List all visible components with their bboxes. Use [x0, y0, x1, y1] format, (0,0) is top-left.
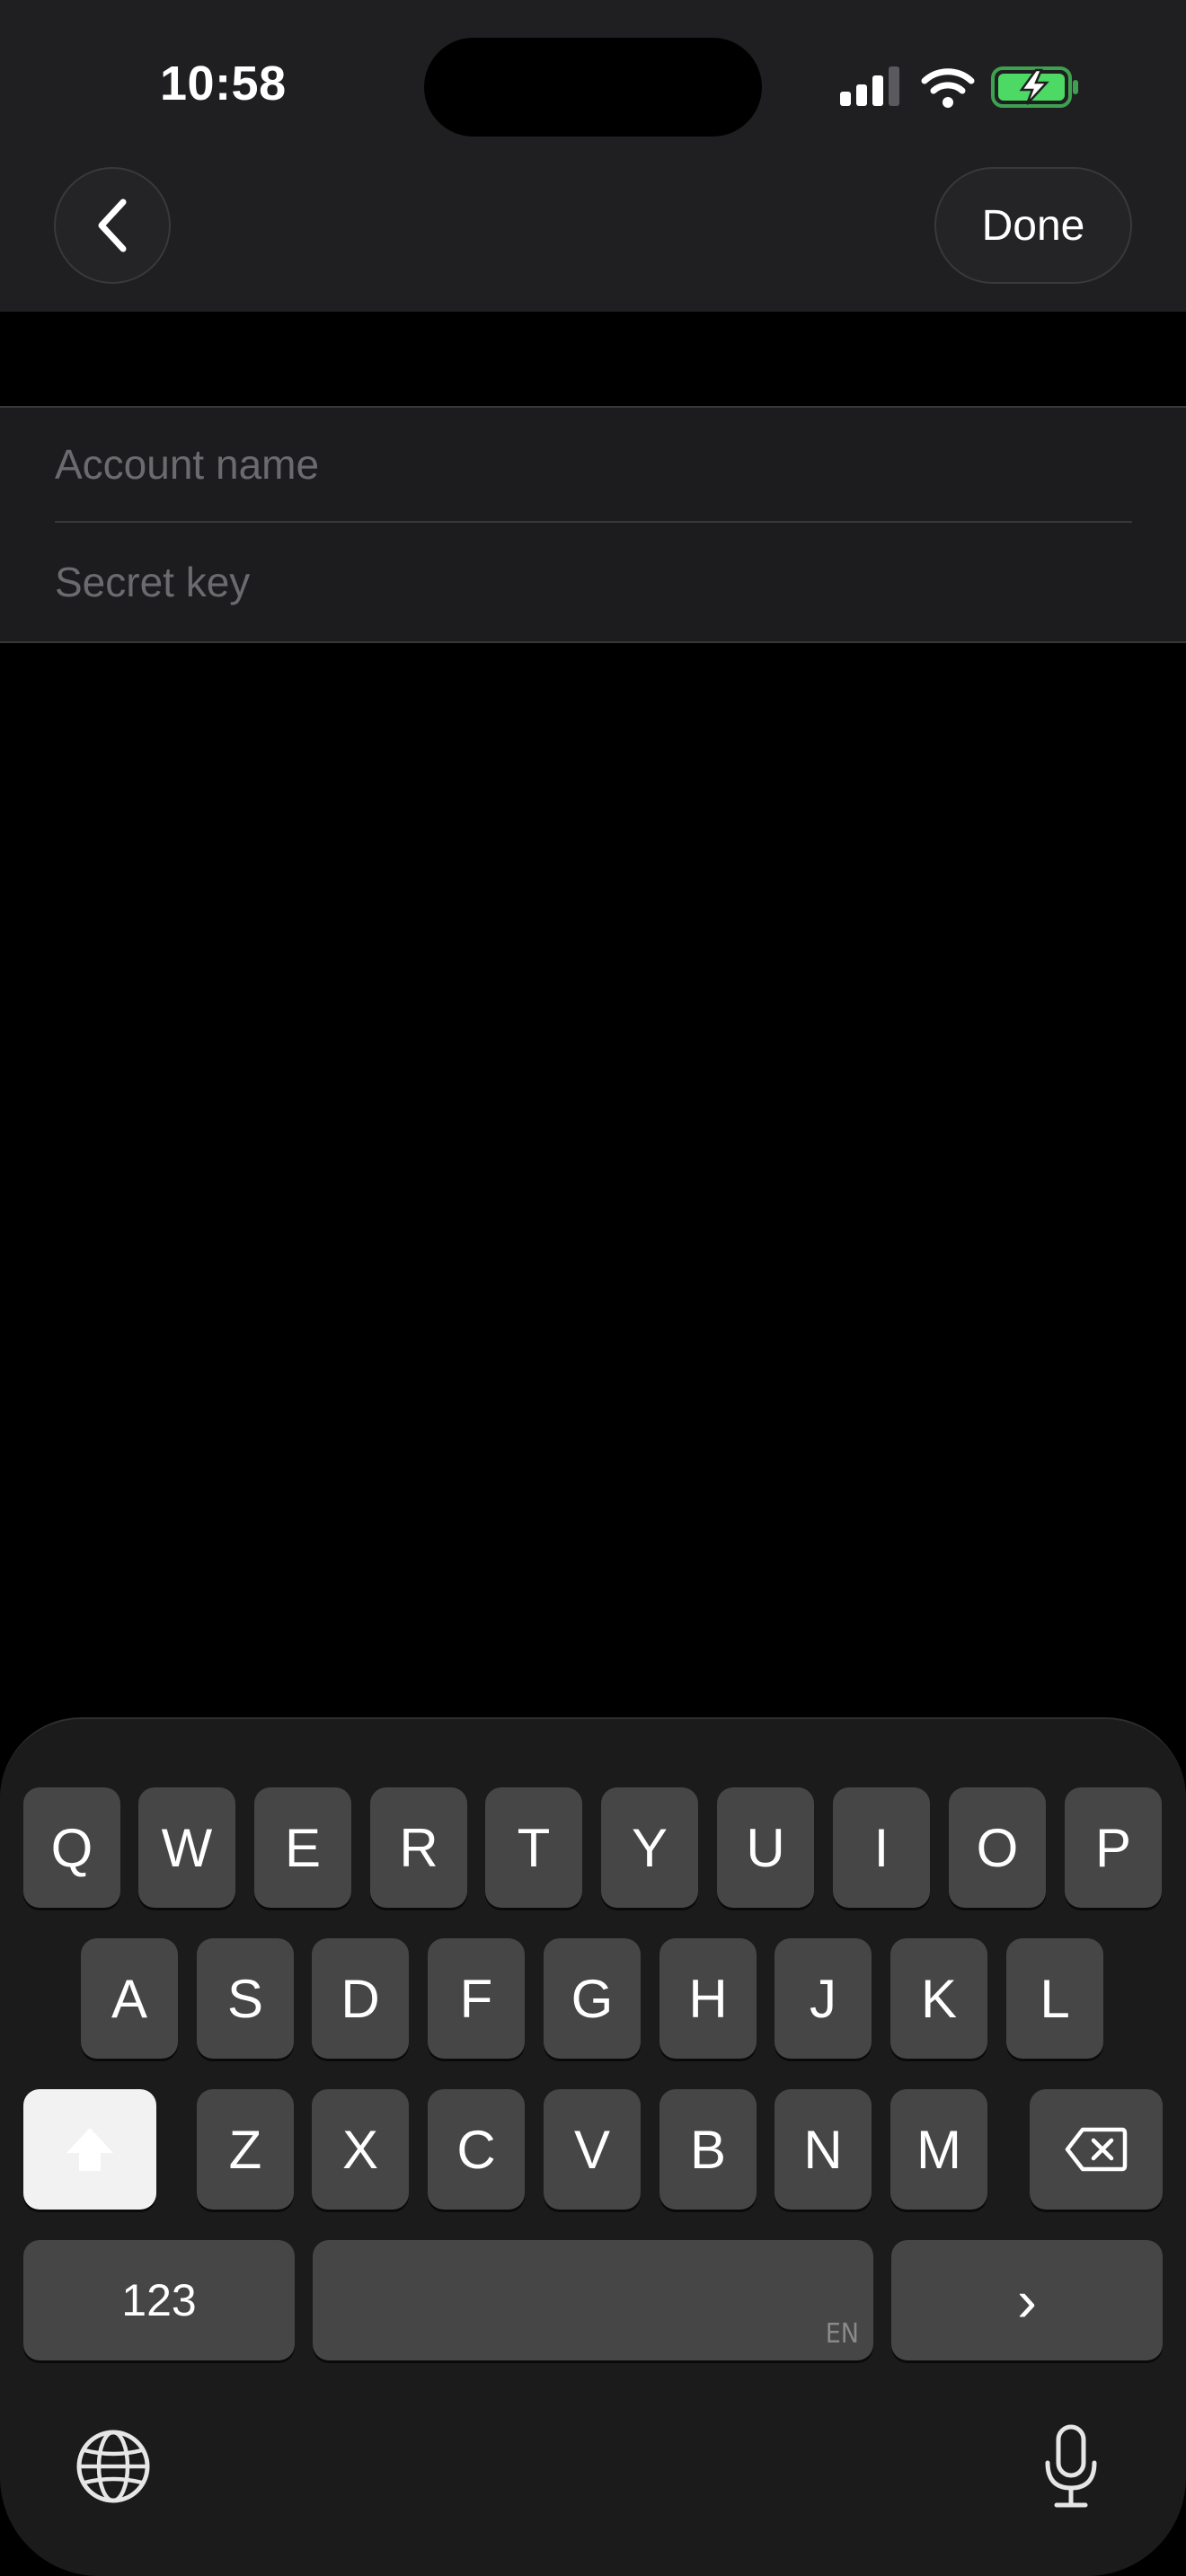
- shift-key[interactable]: [23, 2089, 156, 2210]
- key-x[interactable]: X: [312, 2089, 409, 2210]
- key-d[interactable]: D: [312, 1938, 409, 2059]
- key-p[interactable]: P: [1065, 1787, 1162, 1908]
- delete-icon: [1065, 2127, 1128, 2172]
- wifi-icon: [921, 68, 975, 108]
- done-button[interactable]: Done: [934, 167, 1132, 284]
- delete-key[interactable]: [1030, 2089, 1163, 2210]
- key-w[interactable]: W: [138, 1787, 235, 1908]
- key-k[interactable]: K: [890, 1938, 987, 2059]
- space-key[interactable]: EN: [313, 2240, 873, 2360]
- key-u[interactable]: U: [717, 1787, 814, 1908]
- key-j[interactable]: J: [774, 1938, 872, 2059]
- key-r[interactable]: R: [370, 1787, 467, 1908]
- next-chevron-icon: ›: [1017, 2267, 1037, 2333]
- key-h[interactable]: H: [659, 1938, 757, 2059]
- microphone-icon[interactable]: [1042, 2423, 1100, 2510]
- key-m[interactable]: M: [890, 2089, 987, 2210]
- cellular-signal-icon: [840, 66, 899, 106]
- space-language-label: EN: [825, 2318, 859, 2350]
- key-z[interactable]: Z: [197, 2089, 294, 2210]
- key-i[interactable]: I: [833, 1787, 930, 1908]
- key-v[interactable]: V: [544, 2089, 641, 2210]
- key-f[interactable]: F: [428, 1938, 525, 2059]
- key-c[interactable]: C: [428, 2089, 525, 2210]
- key-o[interactable]: O: [949, 1787, 1046, 1908]
- key-b[interactable]: B: [659, 2089, 757, 2210]
- navigation-header: 10:58 Done: [0, 0, 1186, 312]
- dynamic-island: [424, 38, 762, 137]
- secret-key-field[interactable]: Secret key: [55, 525, 1132, 640]
- key-l[interactable]: L: [1006, 1938, 1103, 2059]
- key-s[interactable]: S: [197, 1938, 294, 2059]
- account-name-field[interactable]: Account name: [55, 408, 1132, 523]
- key-a[interactable]: A: [81, 1938, 178, 2059]
- key-e[interactable]: E: [254, 1787, 351, 1908]
- status-time: 10:58: [160, 57, 287, 110]
- battery-charging-icon: [991, 66, 1078, 108]
- account-form: Account name Secret key: [0, 406, 1186, 643]
- key-n[interactable]: N: [774, 2089, 872, 2210]
- key-g[interactable]: G: [544, 1938, 641, 2059]
- chevron-left-icon: [98, 198, 127, 252]
- shift-icon: [66, 2128, 113, 2171]
- key-q[interactable]: Q: [23, 1787, 120, 1908]
- numbers-key[interactable]: 123: [23, 2240, 295, 2360]
- key-y[interactable]: Y: [601, 1787, 698, 1908]
- keyboard: Q W E R T Y U I O P A S D F G H J K L Z …: [0, 1717, 1186, 2576]
- next-key[interactable]: ›: [891, 2240, 1163, 2360]
- key-t[interactable]: T: [485, 1787, 582, 1908]
- globe-icon[interactable]: [75, 2429, 151, 2504]
- back-button[interactable]: [54, 167, 171, 284]
